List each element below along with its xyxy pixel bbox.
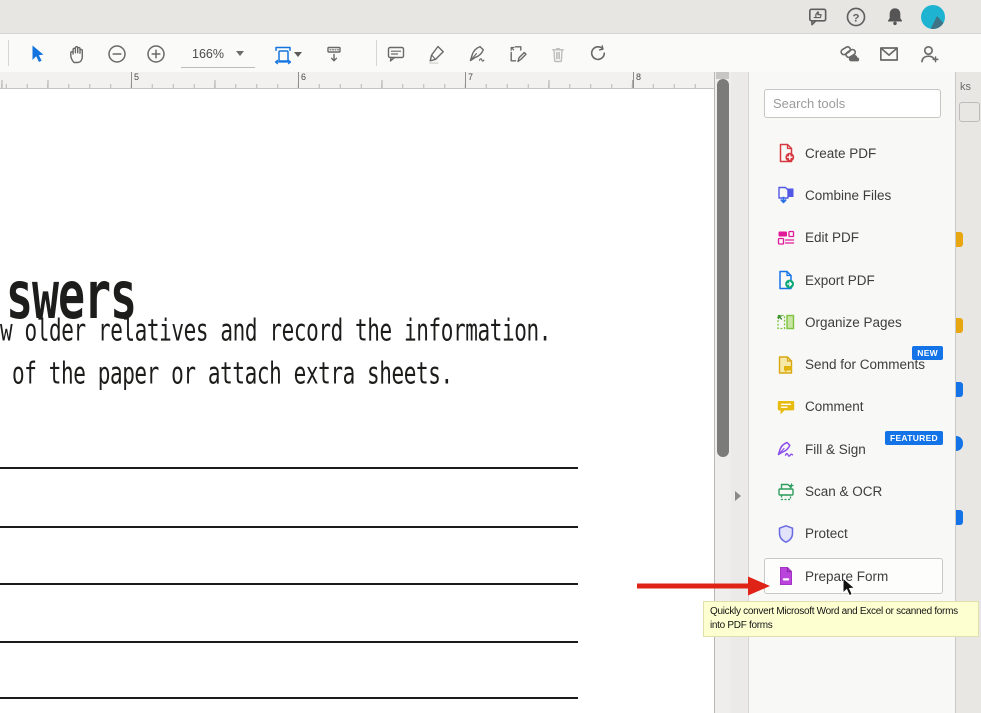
bookmarks-tab-fragment[interactable]: ks	[960, 81, 971, 93]
horizontal-ruler: 5 6 7 8	[0, 72, 714, 89]
highlight-tool-button[interactable]	[423, 41, 449, 67]
partial-icon	[956, 382, 963, 397]
answer-line	[0, 641, 578, 643]
combine-files-icon	[776, 185, 796, 205]
tool-item-label: Send for Comments	[805, 357, 925, 372]
zoom-out-button[interactable]	[104, 41, 130, 67]
add-comment-button[interactable]	[383, 41, 409, 67]
quick-tools-toolbar: 166%	[0, 34, 981, 73]
tool-item-comment[interactable]: Comment	[749, 386, 956, 428]
collapse-panel-arrow[interactable]	[735, 491, 741, 501]
partial-icon	[956, 318, 963, 333]
prepare-form-icon	[776, 566, 796, 586]
zoom-level-dropdown[interactable]: 166%	[181, 40, 255, 68]
answer-line	[0, 583, 578, 585]
partial-button-outline	[959, 102, 980, 122]
svg-text:?: ?	[853, 12, 860, 24]
tool-item-label: Prepare Form	[805, 569, 888, 584]
delete-tool-button[interactable]	[545, 41, 571, 67]
tool-item-label: Scan & OCR	[805, 484, 882, 499]
edit-pdf-icon	[776, 228, 796, 248]
account-avatar[interactable]	[920, 4, 946, 30]
toolbar-divider	[376, 40, 377, 66]
send-for-comments-icon	[776, 355, 796, 375]
partial-icon	[956, 436, 963, 451]
send-email-button[interactable]	[876, 41, 902, 67]
comment-icon	[776, 397, 796, 417]
answer-line	[0, 697, 578, 699]
red-annotation-arrow	[637, 574, 772, 603]
export-pdf-icon	[776, 270, 796, 290]
tool-item-label: Comment	[805, 399, 864, 414]
app-top-bar: ?	[0, 0, 981, 34]
fill-sign-icon	[776, 439, 796, 459]
document-text-line: w older relatives and record the informa…	[0, 313, 551, 348]
zoom-in-button[interactable]	[143, 41, 169, 67]
scrollbar-corner	[716, 72, 729, 79]
tool-item-label: Fill & Sign	[805, 442, 866, 457]
prepare-form-tooltip: Quickly convert Microsoft Word and Excel…	[703, 601, 979, 637]
tool-item-export-pdf[interactable]: Export PDF	[749, 259, 956, 301]
hand-tool-button[interactable]	[64, 41, 90, 67]
tool-item-label: Create PDF	[805, 146, 876, 161]
share-link-button[interactable]	[836, 41, 862, 67]
tool-item-protect[interactable]: Protect	[749, 513, 956, 555]
page-scroll-mode-button[interactable]	[321, 41, 347, 67]
chevron-down-icon	[294, 52, 302, 57]
tools-list: Create PDF Combine Files Edit PDF	[749, 132, 956, 597]
tool-item-fill-sign[interactable]: FEATURED Fill & Sign	[749, 428, 956, 470]
fit-width-dropdown-caret[interactable]	[292, 41, 304, 67]
featured-badge: FEATURED	[885, 431, 943, 445]
new-badge: NEW	[912, 346, 943, 360]
pdf-page: swers w older relatives and record the i…	[0, 89, 714, 713]
help-icon[interactable]: ?	[843, 4, 869, 30]
feedback-icon[interactable]	[805, 4, 831, 30]
organize-pages-icon	[776, 312, 796, 332]
scan-ocr-icon	[776, 482, 796, 502]
answer-line	[0, 526, 578, 528]
tool-item-create-pdf[interactable]: Create PDF	[749, 132, 956, 174]
protect-shield-icon	[776, 524, 796, 544]
partial-icon	[956, 232, 963, 247]
partial-icon	[956, 510, 963, 525]
acrobat-window: ?	[0, 0, 981, 713]
tool-item-scan-ocr[interactable]: Scan & OCR	[749, 470, 956, 512]
fill-sign-tool-button[interactable]	[464, 41, 490, 67]
zoom-level-value: 166%	[192, 47, 224, 61]
bell-icon[interactable]	[882, 4, 908, 30]
ruler-mark: 5	[131, 72, 139, 88]
tool-item-organize-pages[interactable]: Organize Pages	[749, 301, 956, 343]
create-pdf-icon	[776, 143, 796, 163]
tool-item-edit-pdf[interactable]: Edit PDF	[749, 217, 956, 259]
tool-item-label: Protect	[805, 526, 848, 541]
search-tools-input[interactable]	[764, 89, 941, 118]
chevron-down-icon	[236, 51, 244, 56]
tool-item-label: Combine Files	[805, 188, 891, 203]
tool-item-label: Edit PDF	[805, 230, 859, 245]
ruler-mark: 7	[465, 72, 473, 88]
ruler-mark: 8	[633, 72, 641, 88]
tool-item-send-for-comments[interactable]: NEW Send for Comments	[749, 343, 956, 385]
tool-item-combine-files[interactable]: Combine Files	[749, 174, 956, 216]
add-account-button[interactable]	[916, 41, 942, 67]
answer-line	[0, 467, 578, 469]
document-text-line: of the paper or attach extra sheets.	[12, 356, 453, 391]
redo-icon[interactable]	[585, 41, 611, 67]
vertical-scrollbar-thumb[interactable]	[717, 79, 729, 457]
toolbar-divider	[8, 40, 9, 66]
tool-item-label: Export PDF	[805, 273, 875, 288]
tool-item-label: Organize Pages	[805, 315, 902, 330]
edit-stamp-tool-button[interactable]	[505, 41, 531, 67]
select-tool-button[interactable]	[24, 41, 50, 67]
ruler-mark: 6	[298, 72, 306, 88]
